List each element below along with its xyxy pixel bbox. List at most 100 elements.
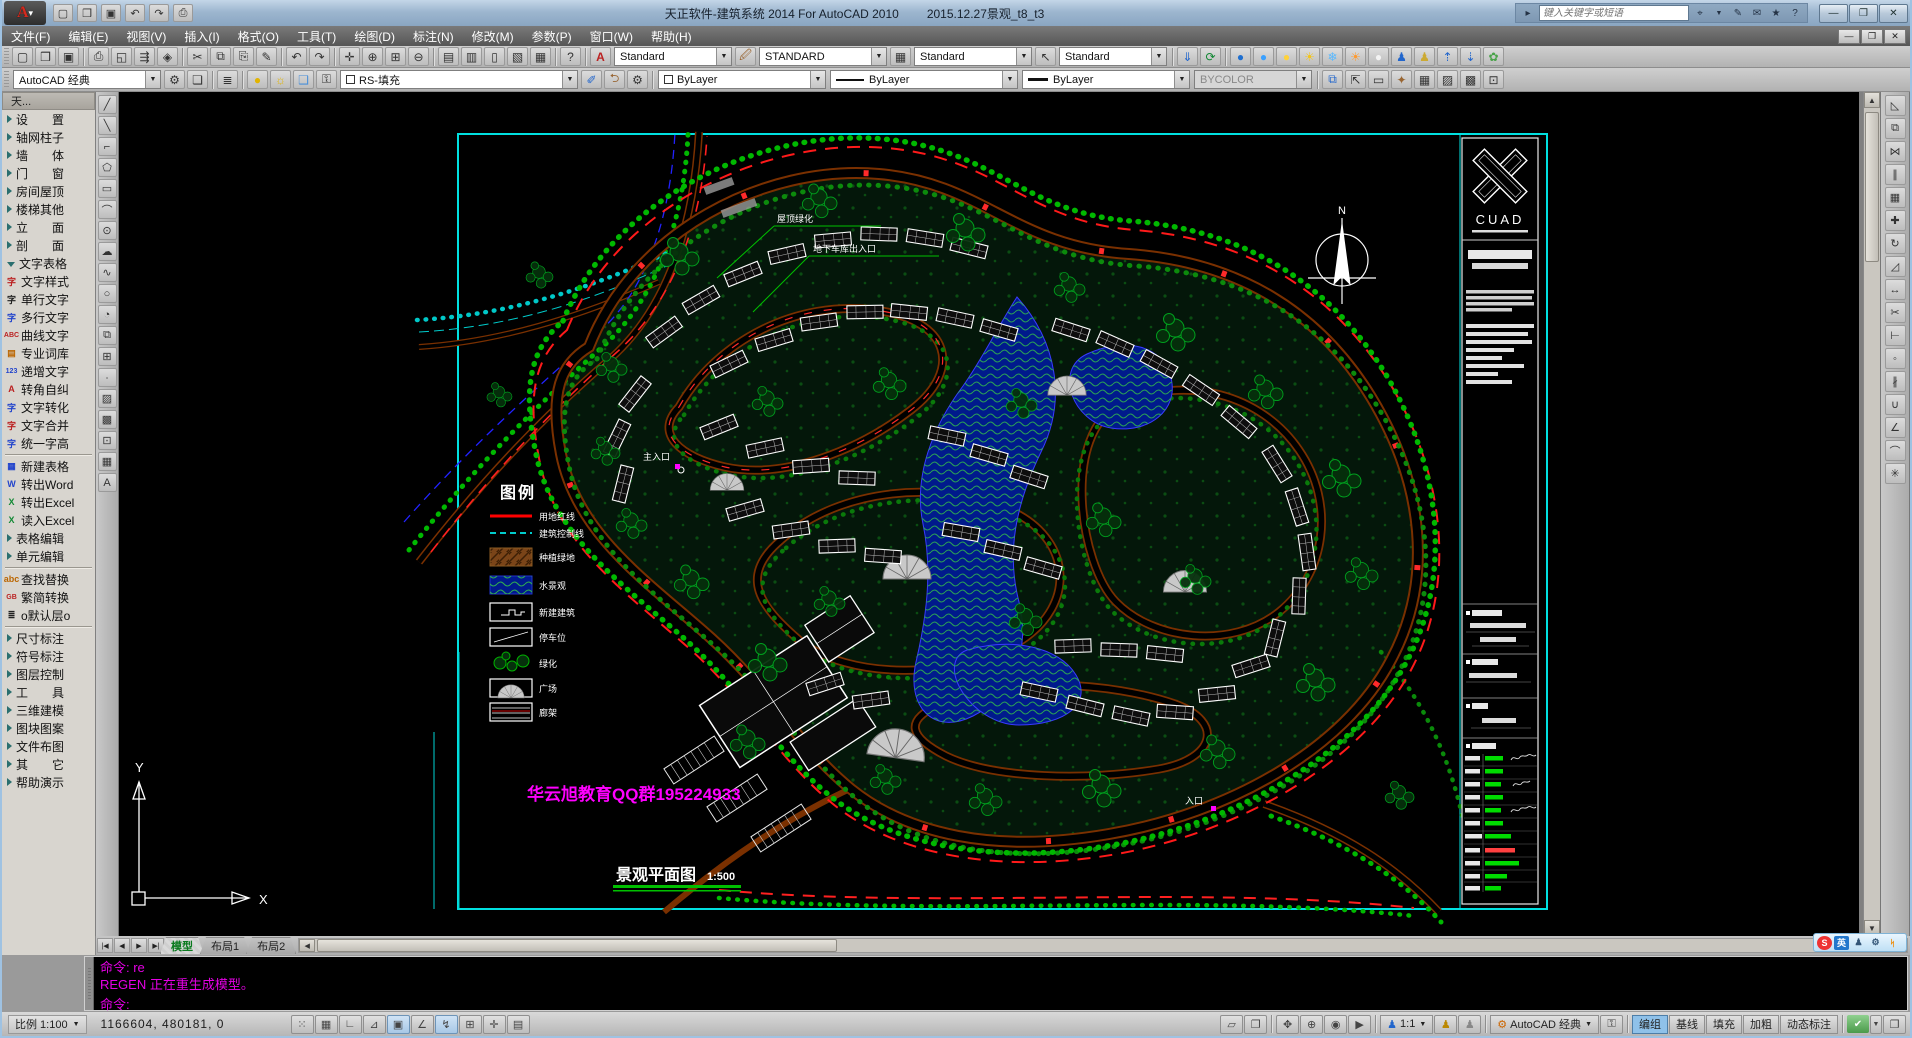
menu-format[interactable]: 格式(O): [229, 26, 288, 46]
make-object-layer-current-icon[interactable]: ✐: [581, 70, 602, 89]
palette-cmd-new-table[interactable]: ▦新建表格: [2, 457, 95, 475]
table-icon[interactable]: ▦: [98, 452, 117, 471]
quickcalc-icon[interactable]: ▦: [530, 47, 551, 66]
offset-icon[interactable]: ∥: [1885, 164, 1906, 185]
menu-window[interactable]: 窗口(W): [581, 26, 642, 46]
vertical-scroll-thumb[interactable]: [1865, 112, 1879, 262]
extend-icon[interactable]: ⊢: [1885, 325, 1906, 346]
chamfer-icon[interactable]: ∠: [1885, 417, 1906, 438]
dynamic-dim-toggle-button[interactable]: 动态标注: [1780, 1015, 1838, 1034]
osnap-toggle[interactable]: ▣: [387, 1015, 410, 1034]
scale-icon[interactable]: ◿: [1885, 256, 1906, 277]
layer-walk-icon[interactable]: ⇡: [1437, 47, 1458, 66]
menu-edit[interactable]: 编辑(E): [59, 26, 117, 46]
toolbar-grip[interactable]: [4, 71, 9, 89]
menu-tools[interactable]: 工具(T): [288, 26, 345, 46]
zoom-previous-icon[interactable]: ⊖: [408, 47, 429, 66]
palette-cmd-import-excel[interactable]: X读入Excel: [2, 511, 95, 529]
close-button[interactable]: ✕: [1879, 4, 1908, 23]
ime-language-toggle[interactable]: 英: [1834, 936, 1849, 950]
palette-cmd-default-layer[interactable]: ≣o默认层o: [2, 606, 95, 624]
new-icon[interactable]: ▢: [12, 47, 33, 66]
properties-icon[interactable]: ▤: [438, 47, 459, 66]
move-icon[interactable]: ✚: [1885, 210, 1906, 231]
tab-model[interactable]: 模型: [160, 937, 204, 954]
menu-insert[interactable]: 插入(I): [175, 26, 228, 46]
palette-cmd-find-replace[interactable]: abc查找替换: [2, 570, 95, 588]
layer-states-icon[interactable]: ⚙: [627, 70, 648, 89]
designcenter-icon[interactable]: ▥: [461, 47, 482, 66]
baseline-toggle-button[interactable]: 基线: [1669, 1015, 1705, 1034]
vertical-scrollbar[interactable]: ▲ ▼: [1863, 92, 1880, 936]
toolbar-lock-icon[interactable]: ⚿: [1600, 1015, 1623, 1034]
save-icon[interactable]: ▣: [101, 4, 121, 22]
palette-group-axis-column[interactable]: 轴网柱子: [2, 128, 95, 146]
bold-toggle-button[interactable]: 加粗: [1743, 1015, 1779, 1034]
undo-icon[interactable]: ↶: [286, 47, 307, 66]
scale-button[interactable]: 比例 1:100▼: [8, 1015, 87, 1034]
plant-icon[interactable]: ✿: [1483, 47, 1504, 66]
lamp-lightblue-icon[interactable]: ●: [1253, 47, 1274, 66]
text-style-icon[interactable]: A: [590, 47, 611, 66]
palette-group-room-roof[interactable]: 房间屋顶: [2, 182, 95, 200]
quick-properties-toggle[interactable]: ▤: [507, 1015, 530, 1034]
plot-icon[interactable]: ⎙: [173, 4, 193, 22]
table-style-combo[interactable]: Standard▼: [914, 47, 1032, 66]
plot-icon[interactable]: ⎙: [88, 47, 109, 66]
layer-down-icon[interactable]: ⇣: [1460, 47, 1481, 66]
break-icon[interactable]: ∦: [1885, 371, 1906, 392]
circle-icon[interactable]: ⊙: [98, 221, 117, 240]
insert-block-icon[interactable]: ⧉: [98, 326, 117, 345]
lamp-yellow-icon[interactable]: ●: [1276, 47, 1297, 66]
palette-group-dimension[interactable]: 尺寸标注: [2, 629, 95, 647]
menu-dimension[interactable]: 标注(N): [404, 26, 463, 46]
palette-group-door-window[interactable]: 门 窗: [2, 164, 95, 182]
ime-feed-icon[interactable]: ᛋ: [1885, 936, 1900, 950]
lineweight-combo[interactable]: ByLayer▼: [1022, 70, 1190, 89]
scroll-left-icon[interactable]: ◀: [299, 939, 315, 952]
break-point-icon[interactable]: ◦: [1885, 348, 1906, 369]
palette-group-cell-edit[interactable]: 单元编辑: [2, 547, 95, 565]
palette-cmd-angle-correct[interactable]: A转角自纠: [2, 380, 95, 398]
palette-cmd-word-library[interactable]: ▤专业词库: [2, 344, 95, 362]
text-style-combo[interactable]: Standard▼: [614, 47, 732, 66]
menu-parameters[interactable]: 参数(P): [523, 26, 581, 46]
pan-icon[interactable]: ✛: [339, 47, 360, 66]
sun-icon[interactable]: ☀: [1299, 47, 1320, 66]
menu-view[interactable]: 视图(V): [117, 26, 175, 46]
workspace-save-icon[interactable]: ❏: [187, 70, 208, 89]
fill-toggle-button[interactable]: 填充: [1706, 1015, 1742, 1034]
annotation-auto-icon[interactable]: ♟: [1458, 1015, 1481, 1034]
workspace-combo[interactable]: AutoCAD 经典▼: [13, 70, 161, 89]
palette-cmd-text-style[interactable]: 字文字样式: [2, 272, 95, 290]
app-menu-button[interactable]: A▾: [4, 1, 46, 25]
layout-space-icon[interactable]: ❐: [1244, 1015, 1267, 1034]
palette-group-other[interactable]: 其 它: [2, 755, 95, 773]
open-icon[interactable]: ❒: [77, 4, 97, 22]
expand-arrow-icon[interactable]: ▸: [1520, 5, 1536, 21]
copy-clip-icon[interactable]: ⧉: [210, 47, 231, 66]
annotation-scale-button[interactable]: ♟ 1:1▼: [1380, 1015, 1433, 1034]
steering-wheel-icon[interactable]: ◉: [1324, 1015, 1347, 1034]
horizontal-scrollbar[interactable]: ◀ ▶: [298, 938, 1908, 953]
ortho-toggle[interactable]: ∟: [339, 1015, 362, 1034]
3d-dwf-icon[interactable]: ◈: [157, 47, 178, 66]
polygon-icon[interactable]: ⬠: [98, 158, 117, 177]
mdi-restore-button[interactable]: ❐: [1861, 29, 1883, 44]
communication-icon[interactable]: ✉: [1749, 5, 1765, 21]
search-binoculars-icon[interactable]: ⌖: [1692, 5, 1708, 21]
cut-icon[interactable]: ✂: [187, 47, 208, 66]
scroll-up-icon[interactable]: ▲: [1864, 92, 1880, 108]
otrack-toggle[interactable]: ∠: [411, 1015, 434, 1034]
palette-group-layer-control[interactable]: 图层控制: [2, 665, 95, 683]
palette-group-help-demo[interactable]: 帮助演示: [2, 773, 95, 791]
region-icon[interactable]: ⊡: [98, 431, 117, 450]
palette-cmd-mtext[interactable]: 字多行文字: [2, 308, 95, 326]
ime-brand-icon[interactable]: S: [1817, 936, 1832, 950]
layer-lock-icon[interactable]: ⚿: [316, 70, 337, 89]
paste-icon[interactable]: ⎘: [233, 47, 254, 66]
showmotion-icon[interactable]: ▶: [1348, 1015, 1371, 1034]
first-tab-icon[interactable]: |◀: [97, 938, 113, 953]
spline-icon[interactable]: ∿: [98, 263, 117, 282]
layer-properties-manager-icon[interactable]: ≣: [217, 70, 238, 89]
